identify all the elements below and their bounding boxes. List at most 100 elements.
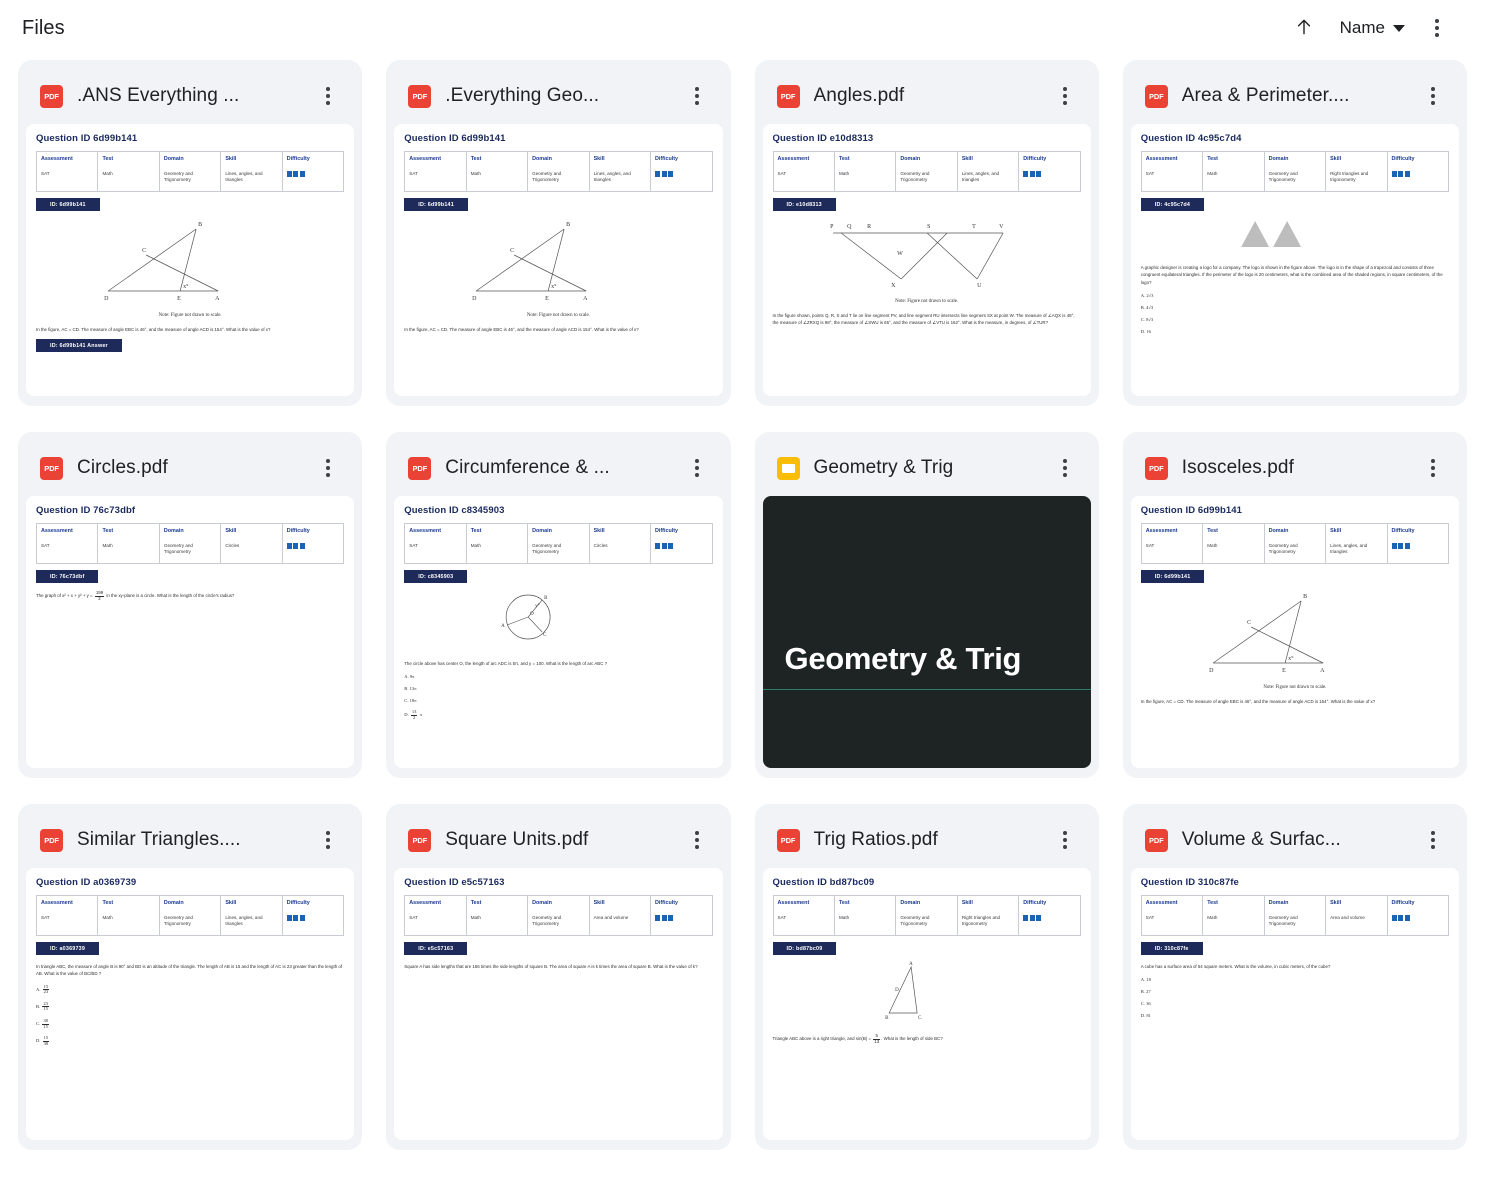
file-card[interactable]: PDF Square Units.pdf Question ID e5c5716… (386, 804, 731, 1150)
file-grid: PDF .ANS Everything ... Question ID 6d99… (0, 56, 1485, 1150)
meta-value: Math (102, 543, 113, 549)
difficulty-bars (286, 543, 340, 550)
question-id-chip: ID: 76c73dbf (36, 570, 99, 584)
meta-header: Assessment (1145, 900, 1178, 906)
meta-cell: Assessment SAT (35, 522, 99, 565)
table-row: Assessment SAT Test Math Domain Geometry an… (1140, 894, 1449, 937)
answer-choices: A. 9π B. 13π C. 18π D. 13 2 π (404, 674, 712, 720)
meta-value: Math (838, 915, 850, 921)
meta-header: Skill (1330, 900, 1342, 906)
question-metadata-table: Assessment SAT Test Math Domain Geometry an… (35, 150, 345, 193)
meta-value: SAT (41, 915, 50, 921)
svg-text:x°: x° (183, 283, 189, 290)
file-menu-button[interactable] (677, 820, 717, 860)
question-id-chip: ID: bd87bc09 (772, 942, 837, 956)
file-menu-button[interactable] (308, 76, 348, 116)
question-id-heading: Question ID 310c87fe (1140, 877, 1239, 888)
meta-cell: Assessment SAT (772, 150, 835, 193)
file-name: Trig Ratios.pdf (813, 829, 938, 850)
file-card[interactable]: PDF Circles.pdf Question ID 76c73dbf Ass… (18, 432, 363, 778)
sort-field-button[interactable]: Name (1328, 10, 1413, 46)
table-row: Assessment SAT Test Math Domain Geometry an… (404, 894, 713, 937)
slides-file-icon (776, 456, 800, 480)
meta-value: Math (470, 915, 481, 921)
question-id-heading: Question ID e5c57163 (404, 877, 505, 888)
meta-value: SAT (41, 543, 50, 549)
meta-header: Domain (532, 900, 552, 906)
file-card[interactable]: PDF Angles.pdf Question ID e10d8313 Asse… (754, 60, 1099, 406)
svg-text:A: A (215, 296, 220, 302)
file-card[interactable]: PDF Circumference & ... Question ID c834… (386, 432, 731, 778)
file-menu-button[interactable] (1045, 76, 1085, 116)
question-metadata-table: Assessment SAT Test Math Domain Geometry an… (772, 150, 1081, 193)
meta-value: Geometry and Trigonometry (1268, 171, 1298, 183)
file-name: .ANS Everything ... (77, 85, 240, 106)
file-card[interactable]: PDF .ANS Everything ... Question ID 6d99… (18, 60, 363, 406)
meta-cell: Skill Lines, angles, and triangles (220, 894, 283, 937)
meta-cell: Domain Geometry and Trigonometry (1263, 150, 1327, 193)
arrow-up-icon (1294, 17, 1314, 40)
meta-header: Skill (961, 156, 973, 162)
svg-text:W: W (897, 251, 903, 257)
figure-triangles-shaded (1240, 221, 1301, 248)
file-name: .Everything Geo... (445, 85, 600, 106)
file-menu-button[interactable] (1045, 820, 1085, 860)
pdf-file-icon: PDF (1144, 828, 1168, 852)
file-card[interactable]: PDF Volume & Surfac... Question ID 310c8… (1122, 804, 1467, 1150)
card-header: PDF Circles.pdf (26, 440, 354, 496)
meta-cell: Skill Lines, angles, and triangles (220, 150, 283, 193)
meta-cell: Skill Circles (588, 522, 652, 565)
document-thumbnail: Question ID bd87bc09 Assessment SAT Test M… (762, 868, 1091, 1140)
file-menu-button[interactable] (1413, 448, 1453, 488)
file-card[interactable]: PDF Area & Perimeter.... Question ID 4c9… (1122, 60, 1467, 406)
svg-text:y°: y° (535, 604, 540, 609)
file-menu-button[interactable] (1045, 448, 1085, 488)
svg-text:U: U (977, 283, 982, 289)
meta-cell: Domain Geometry and Trigonometry (1263, 894, 1327, 937)
answer-id-chip: ID: 6d99b141 Answer (36, 339, 122, 353)
file-card[interactable]: PDF Similar Triangles.... Question ID a0… (18, 804, 363, 1150)
file-menu-button[interactable] (1413, 76, 1453, 116)
answer-choice: A. 18 (1140, 977, 1151, 983)
meta-value: Math (838, 171, 850, 177)
meta-header: Difficulty (655, 900, 679, 906)
answer-choice: D. 16 (1140, 328, 1151, 334)
question-id-heading: Question ID 4c95c7d4 (1140, 133, 1242, 144)
file-menu-button[interactable] (677, 76, 717, 116)
question-text: The graph of x² + x + y² + y = 199 2 in t… (36, 590, 235, 601)
meta-header: Domain (1268, 156, 1289, 162)
meta-cell: Test Math (1202, 894, 1265, 937)
sort-field-label: Name (1339, 18, 1385, 37)
meta-header: Difficulty (286, 900, 310, 906)
file-menu-button[interactable] (308, 448, 348, 488)
more-vert-icon (1062, 87, 1067, 105)
meta-header: Domain (163, 900, 184, 906)
question-text: In the figure, AC = CD. The measure of a… (1140, 699, 1376, 705)
meta-cell: Difficulty (1386, 150, 1449, 193)
file-menu-button[interactable] (308, 820, 348, 860)
meta-value: Area and volume (593, 915, 629, 921)
svg-text:Q: Q (847, 224, 852, 230)
top-bar: Files Name (0, 0, 1485, 56)
more-vert-icon (1062, 459, 1067, 477)
file-card[interactable]: PDF Isosceles.pdf Question ID 6d99b141 A… (1122, 432, 1467, 778)
meta-cell: Difficulty (281, 894, 345, 937)
figure-triangle: D E A B Cx° (472, 222, 588, 302)
meta-value: SAT (41, 171, 50, 177)
question-id-chip: ID: c8345903 (404, 570, 468, 584)
file-menu-button[interactable] (1413, 820, 1453, 860)
file-card[interactable]: Geometry & Trig Geometry & Trig (754, 432, 1099, 778)
difficulty-bars (1391, 171, 1445, 178)
svg-text:C: C (918, 1016, 922, 1021)
meta-cell: Skill Circles (220, 522, 283, 565)
meta-cell: Difficulty (650, 522, 713, 565)
more-options-button[interactable] (1417, 8, 1457, 48)
document-thumbnail: Question ID e10d8313 Assessment SAT Test M… (762, 124, 1091, 396)
sort-direction-button[interactable] (1284, 8, 1324, 48)
meta-cell: Domain Geometry and Trigonometry (895, 150, 958, 193)
file-card[interactable]: PDF Trig Ratios.pdf Question ID bd87bc09… (754, 804, 1099, 1150)
file-menu-button[interactable] (677, 448, 717, 488)
file-card[interactable]: PDF .Everything Geo... Question ID 6d99b… (386, 60, 731, 406)
more-vert-icon (326, 831, 331, 849)
meta-value: Geometry and Trigonometry (532, 171, 562, 183)
